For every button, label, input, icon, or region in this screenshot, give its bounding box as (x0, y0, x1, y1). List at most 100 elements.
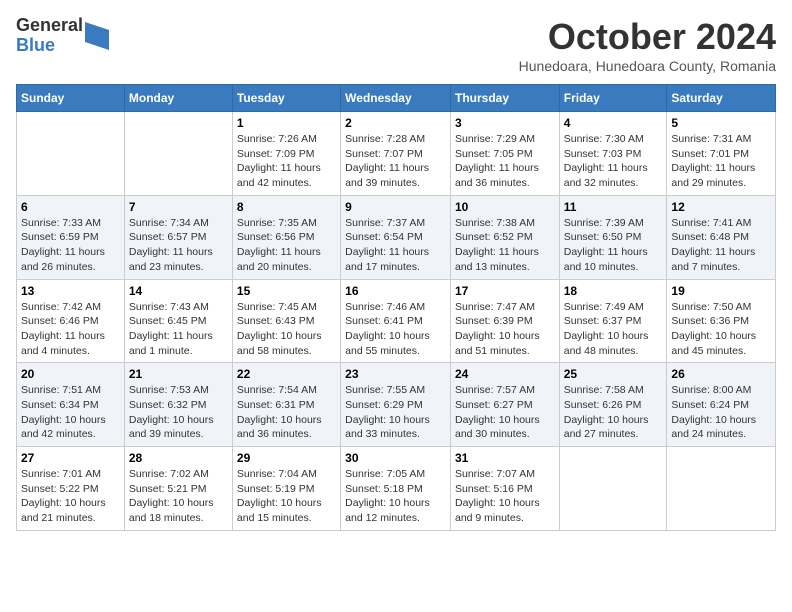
weekday-header-thursday: Thursday (450, 85, 559, 112)
logo: General Blue (16, 16, 109, 56)
day-number: 28 (129, 451, 228, 465)
calendar-cell: 3 Sunrise: 7:29 AM Sunset: 7:05 PM Daylig… (450, 112, 559, 196)
calendar-cell: 11 Sunrise: 7:39 AM Sunset: 6:50 PM Dayli… (559, 195, 667, 279)
day-info: Sunrise: 7:07 AM Sunset: 5:16 PM Dayligh… (455, 467, 555, 526)
day-number: 10 (455, 200, 555, 214)
day-number: 1 (237, 116, 336, 130)
day-info: Sunrise: 7:43 AM Sunset: 6:45 PM Dayligh… (129, 300, 228, 359)
calendar-cell (667, 447, 776, 531)
calendar-week-3: 13Sunrise: 7:42 AM Sunset: 6:46 PM Dayli… (17, 279, 776, 363)
day-number: 14 (129, 284, 228, 298)
logo-line1: General (16, 16, 83, 36)
day-number: 24 (455, 367, 555, 381)
day-info: Sunrise: 7:35 AM Sunset: 6:56 PM Dayligh… (237, 216, 336, 275)
day-number: 3 (455, 116, 555, 130)
calendar-cell: 8 Sunrise: 7:35 AM Sunset: 6:56 PM Daylig… (232, 195, 340, 279)
day-number: 25 (564, 367, 663, 381)
day-info: Sunrise: 7:01 AM Sunset: 5:22 PM Dayligh… (21, 467, 120, 526)
month-title: October 2024 (519, 16, 776, 58)
calendar-cell: 17 Sunrise: 7:47 AM Sunset: 6:39 PM Dayli… (450, 279, 559, 363)
calendar-cell: 10Sunrise: 7:38 AM Sunset: 6:52 PM Dayli… (450, 195, 559, 279)
calendar-cell: 25 Sunrise: 7:58 AM Sunset: 6:26 PM Dayli… (559, 363, 667, 447)
calendar-cell: 29Sunrise: 7:04 AM Sunset: 5:19 PM Dayli… (232, 447, 340, 531)
day-number: 7 (129, 200, 228, 214)
day-info: Sunrise: 7:49 AM Sunset: 6:37 PM Dayligh… (564, 300, 663, 359)
day-number: 5 (671, 116, 771, 130)
calendar-week-1: 1 Sunrise: 7:26 AM Sunset: 7:09 PM Daylig… (17, 112, 776, 196)
location-subtitle: Hunedoara, Hunedoara County, Romania (519, 58, 776, 74)
calendar-cell: 19 Sunrise: 7:50 AM Sunset: 6:36 PM Dayli… (667, 279, 776, 363)
day-number: 26 (671, 367, 771, 381)
calendar-cell: 14 Sunrise: 7:43 AM Sunset: 6:45 PM Dayli… (124, 279, 232, 363)
day-number: 17 (455, 284, 555, 298)
calendar-cell: 13Sunrise: 7:42 AM Sunset: 6:46 PM Dayli… (17, 279, 125, 363)
day-number: 11 (564, 200, 663, 214)
day-info: Sunrise: 7:41 AM Sunset: 6:48 PM Dayligh… (671, 216, 771, 275)
calendar-cell: 9 Sunrise: 7:37 AM Sunset: 6:54 PM Daylig… (341, 195, 451, 279)
weekday-header-friday: Friday (559, 85, 667, 112)
day-number: 9 (345, 200, 446, 214)
day-info: Sunrise: 7:37 AM Sunset: 6:54 PM Dayligh… (345, 216, 446, 275)
day-number: 2 (345, 116, 446, 130)
day-info: Sunrise: 7:53 AM Sunset: 6:32 PM Dayligh… (129, 383, 228, 442)
day-info: Sunrise: 7:54 AM Sunset: 6:31 PM Dayligh… (237, 383, 336, 442)
day-number: 29 (237, 451, 336, 465)
day-info: Sunrise: 7:58 AM Sunset: 6:26 PM Dayligh… (564, 383, 663, 442)
calendar-cell: 4 Sunrise: 7:30 AM Sunset: 7:03 PM Daylig… (559, 112, 667, 196)
day-number: 27 (21, 451, 120, 465)
calendar-body: 1 Sunrise: 7:26 AM Sunset: 7:09 PM Daylig… (17, 112, 776, 531)
day-info: Sunrise: 7:26 AM Sunset: 7:09 PM Dayligh… (237, 132, 336, 191)
calendar-cell (124, 112, 232, 196)
day-number: 18 (564, 284, 663, 298)
calendar-week-5: 27 Sunrise: 7:01 AM Sunset: 5:22 PM Dayli… (17, 447, 776, 531)
calendar-week-2: 6Sunrise: 7:33 AM Sunset: 6:59 PM Daylig… (17, 195, 776, 279)
calendar-cell: 22 Sunrise: 7:54 AM Sunset: 6:31 PM Dayli… (232, 363, 340, 447)
calendar-cell: 27 Sunrise: 7:01 AM Sunset: 5:22 PM Dayli… (17, 447, 125, 531)
calendar-header: SundayMondayTuesdayWednesdayThursdayFrid… (17, 85, 776, 112)
calendar-cell: 28Sunrise: 7:02 AM Sunset: 5:21 PM Dayli… (124, 447, 232, 531)
day-info: Sunrise: 7:47 AM Sunset: 6:39 PM Dayligh… (455, 300, 555, 359)
day-number: 4 (564, 116, 663, 130)
day-info: Sunrise: 7:46 AM Sunset: 6:41 PM Dayligh… (345, 300, 446, 359)
day-number: 19 (671, 284, 771, 298)
day-info: Sunrise: 7:30 AM Sunset: 7:03 PM Dayligh… (564, 132, 663, 191)
day-info: Sunrise: 7:57 AM Sunset: 6:27 PM Dayligh… (455, 383, 555, 442)
day-number: 31 (455, 451, 555, 465)
logo-line2: Blue (16, 36, 83, 56)
calendar-cell: 1 Sunrise: 7:26 AM Sunset: 7:09 PM Daylig… (232, 112, 340, 196)
day-info: Sunrise: 7:33 AM Sunset: 6:59 PM Dayligh… (21, 216, 120, 275)
day-number: 21 (129, 367, 228, 381)
calendar-cell: 18 Sunrise: 7:49 AM Sunset: 6:37 PM Dayli… (559, 279, 667, 363)
day-info: Sunrise: 7:39 AM Sunset: 6:50 PM Dayligh… (564, 216, 663, 275)
day-number: 30 (345, 451, 446, 465)
calendar-week-4: 20Sunrise: 7:51 AM Sunset: 6:34 PM Dayli… (17, 363, 776, 447)
day-info: Sunrise: 7:55 AM Sunset: 6:29 PM Dayligh… (345, 383, 446, 442)
day-info: Sunrise: 8:00 AM Sunset: 6:24 PM Dayligh… (671, 383, 771, 442)
day-info: Sunrise: 7:45 AM Sunset: 6:43 PM Dayligh… (237, 300, 336, 359)
weekday-header-monday: Monday (124, 85, 232, 112)
calendar-cell: 7 Sunrise: 7:34 AM Sunset: 6:57 PM Daylig… (124, 195, 232, 279)
calendar-cell: 23Sunrise: 7:55 AM Sunset: 6:29 PM Dayli… (341, 363, 451, 447)
day-info: Sunrise: 7:50 AM Sunset: 6:36 PM Dayligh… (671, 300, 771, 359)
day-number: 20 (21, 367, 120, 381)
weekday-header-tuesday: Tuesday (232, 85, 340, 112)
day-number: 15 (237, 284, 336, 298)
calendar-cell: 6Sunrise: 7:33 AM Sunset: 6:59 PM Daylig… (17, 195, 125, 279)
calendar-cell: 26 Sunrise: 8:00 AM Sunset: 6:24 PM Dayli… (667, 363, 776, 447)
weekday-header-saturday: Saturday (667, 85, 776, 112)
day-number: 22 (237, 367, 336, 381)
day-number: 16 (345, 284, 446, 298)
day-info: Sunrise: 7:34 AM Sunset: 6:57 PM Dayligh… (129, 216, 228, 275)
weekday-header-wednesday: Wednesday (341, 85, 451, 112)
title-block: October 2024 Hunedoara, Hunedoara County… (519, 16, 776, 74)
calendar-cell: 31 Sunrise: 7:07 AM Sunset: 5:16 PM Dayli… (450, 447, 559, 531)
calendar-cell: 12 Sunrise: 7:41 AM Sunset: 6:48 PM Dayli… (667, 195, 776, 279)
day-number: 12 (671, 200, 771, 214)
day-info: Sunrise: 7:29 AM Sunset: 7:05 PM Dayligh… (455, 132, 555, 191)
day-number: 13 (21, 284, 120, 298)
weekday-row: SundayMondayTuesdayWednesdayThursdayFrid… (17, 85, 776, 112)
calendar-cell (17, 112, 125, 196)
calendar-cell: 20Sunrise: 7:51 AM Sunset: 6:34 PM Dayli… (17, 363, 125, 447)
calendar-cell: 30Sunrise: 7:05 AM Sunset: 5:18 PM Dayli… (341, 447, 451, 531)
day-number: 8 (237, 200, 336, 214)
